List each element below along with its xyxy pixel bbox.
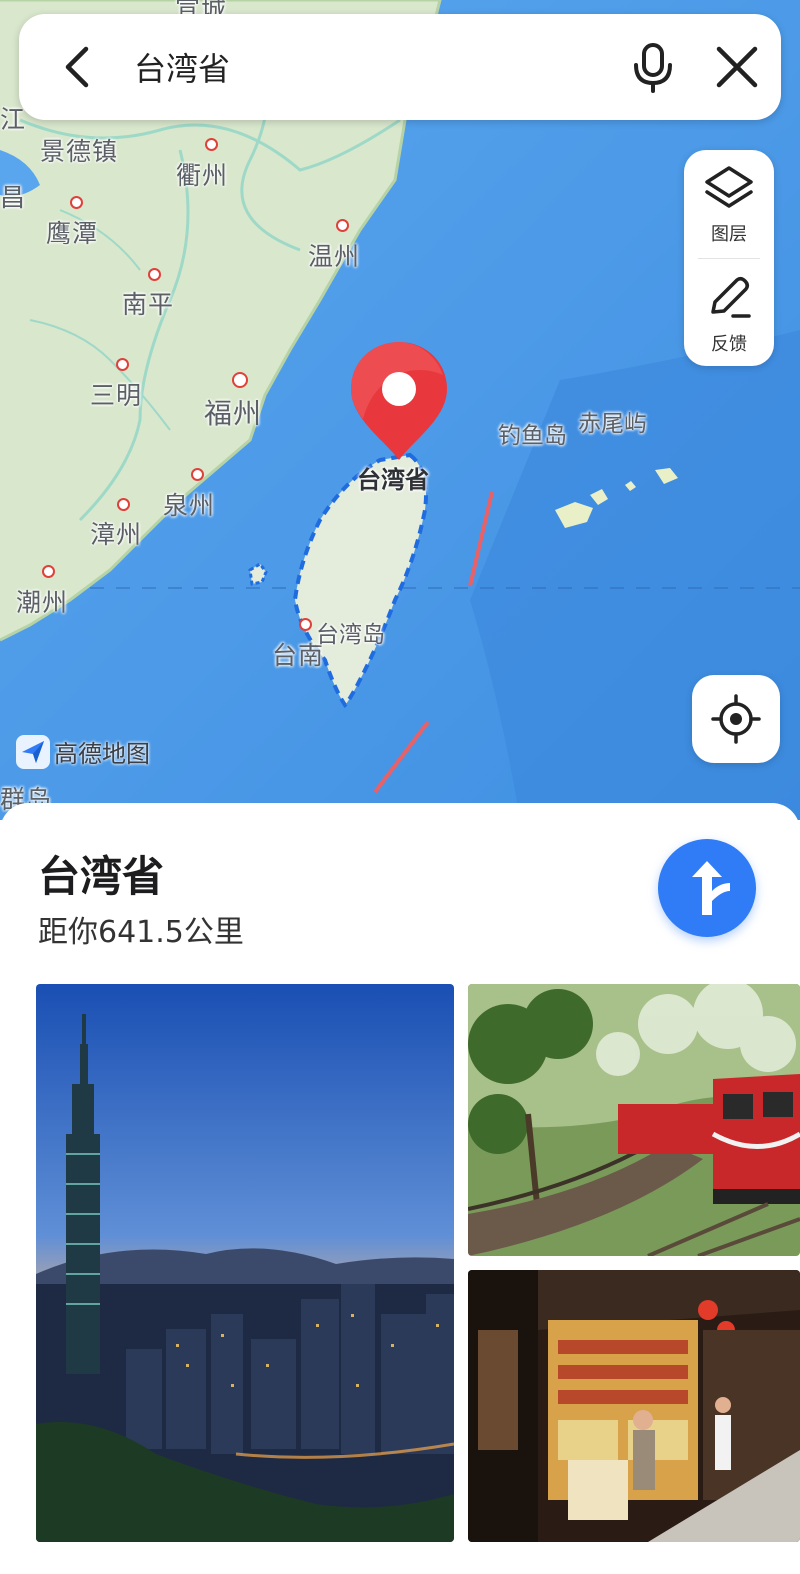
search-input[interactable]: 台湾省 [134,44,230,90]
city-label: 衢州 [176,161,229,190]
city-dot [299,618,312,631]
city-label: 潮州 [16,588,69,617]
city-dot [148,268,161,281]
island-label-diaoyu: 钓鱼岛 [498,423,567,449]
island-label-chiwei: 赤尾屿 [578,411,647,437]
place-photo-train[interactable] [468,984,800,1256]
photo-image [468,1270,800,1542]
city-label: 鹰潭 [46,219,99,248]
city-dot [42,565,55,578]
city-dot [70,196,83,209]
place-distance: 距你641.5公里 [38,915,244,950]
layers-icon [705,166,753,208]
city-dot [191,468,204,481]
map-view[interactable]: 宣城 江 昌 群岛 景德镇 衢州 鹰潭 温州 南平 三明 福州 泉州 漳州 潮州… [0,0,800,820]
place-photo-skyline[interactable] [36,984,454,1542]
layers-button[interactable]: 图层 [684,150,774,256]
city-dot [116,358,129,371]
photo-image [468,984,800,1256]
my-location-button[interactable] [692,675,780,763]
amap-logo-icon [16,734,50,769]
feedback-button[interactable]: 反馈 [684,260,774,366]
place-photo-market[interactable] [468,1270,800,1542]
amap-logo: 高德地图 [16,734,150,769]
search-bar: 台湾省 [19,14,781,120]
back-button[interactable] [49,39,105,95]
pin-label: 台湾省 [357,466,429,494]
city-label: 泉州 [163,491,216,520]
edit-pencil-icon [711,276,751,318]
city-label: 温州 [308,242,361,271]
city-label: 福州 [204,397,263,430]
layers-label: 图层 [711,224,747,245]
location-pin-icon[interactable] [348,340,450,462]
city-label: 南平 [122,290,175,319]
chevron-left-icon [65,46,89,88]
city-dot [336,219,349,232]
amap-logo-text: 高德地图 [54,740,150,768]
feedback-label: 反馈 [711,334,747,355]
directions-button[interactable] [658,839,756,937]
place-title: 台湾省 [38,852,165,901]
route-arrow-icon [692,861,730,915]
city-dot [117,498,130,511]
close-icon [716,46,758,88]
voice-search-button[interactable] [625,39,681,95]
city-label: 三明 [90,381,143,410]
city-dot-capital [232,372,248,388]
city-label-chang-partial: 昌 [0,183,27,212]
crosshair-icon [711,694,761,744]
map-side-controls: 图层 反馈 [684,150,774,366]
city-dot [205,138,218,151]
place-detail-sheet[interactable]: 台湾省 距你641.5公里 [0,803,800,1574]
microphone-icon [634,43,672,93]
photo-image [36,984,454,1542]
clear-search-button[interactable] [709,39,765,95]
city-label: 漳州 [90,520,143,549]
divider [698,258,760,259]
city-label: 景德镇 [40,137,119,166]
island-label-taiwan: 台湾岛 [316,622,385,648]
